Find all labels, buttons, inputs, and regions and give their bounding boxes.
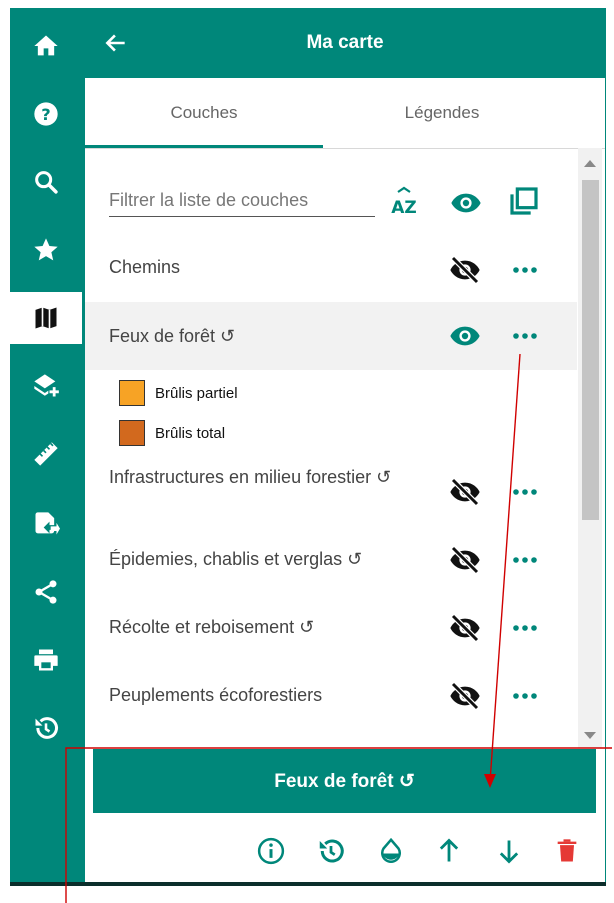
annotation-overlay	[65, 353, 612, 903]
annotation-arrow-head	[484, 774, 496, 788]
annotation-arrow-line	[489, 353, 521, 783]
annotation-bracket-line	[65, 747, 612, 903]
